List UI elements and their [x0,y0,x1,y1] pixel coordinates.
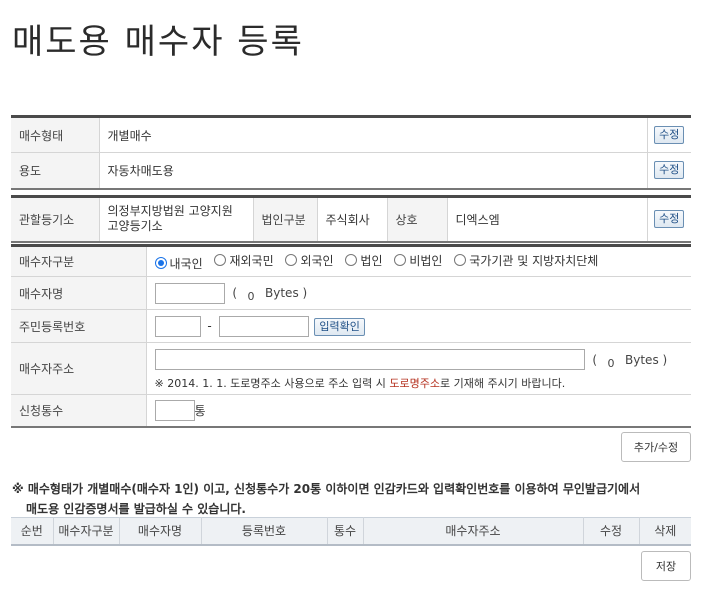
bytes-unit: Bytes ) [625,352,668,367]
address-note-prefix: ※ 2014. 1. 1. 도로명주소 사용으로 주소 입력 시 [154,377,390,390]
copies-label: 신청통수 [11,394,147,427]
col-edit: 수정 [583,517,640,545]
purchase-info-table: 매수형태 개별매수 수정 용도 자동차매도용 수정 [11,115,691,190]
radio-label: 국가기관 및 지방자치단체 [469,253,599,268]
purchase-type-label: 매수형태 [11,116,100,153]
registry-info-table: 관할등기소 의정부지방법원 고양지원 고양등기소 법인구분 주식회사 상호 디엑… [11,195,691,243]
buyer-type-options: 내국인 재외국민 외국인 법인 비법인 국가기관 및 지방자치단체 [146,245,691,277]
edit-registry-button[interactable]: 수정 [654,210,685,229]
usage-label: 용도 [11,152,100,189]
usage-row: 용도 자동차매도용 수정 [11,152,691,189]
notice-line1: ※ 매수형태가 개별매수(매수자 1인) 이고, 신청통수가 20통 이하이면 … [12,482,641,496]
buyer-list-table: 순번 매수자구분 매수자명 등록번호 통수 매수자주소 수정 삭제 [11,517,691,546]
resident-no-front-input[interactable] [154,315,201,337]
address-bytes: (0 Bytes ) [592,352,668,370]
corp-type-value: 주식회사 [317,196,387,242]
address-input[interactable] [154,349,585,370]
radio-government[interactable]: 국가기관 및 지방자치단체 [454,252,598,269]
col-copies: 통수 [327,517,364,545]
radio-overseas-korean[interactable]: 재외국민 [214,252,274,269]
radio-foreigner[interactable]: 외국인 [285,252,334,269]
bytes-count: 0 [247,290,255,303]
col-reg-no: 등록번호 [201,517,328,545]
address-label: 매수자주소 [11,342,147,395]
add-edit-button[interactable]: 추가/수정 [621,432,691,462]
jurisdiction-label: 관할등기소 [11,196,100,242]
company-value: 디엑스엠 [447,196,647,242]
buyer-type-label: 매수자구분 [11,245,147,277]
address-note-suffix: 로 기재해 주시기 바랍니다. [439,377,566,390]
issuance-notice: ※ 매수형태가 개별매수(매수자 1인) 이고, 신청통수가 20통 이하이면 … [12,479,692,519]
radio-label: 비법인 [409,253,443,268]
usage-value: 자동차매도용 [99,152,647,189]
radio-circle [394,254,407,266]
resident-no-dash: - [207,318,212,333]
buyer-form-table: 매수자구분 내국인 재외국민 외국인 법인 비법인 국가기관 및 지방자치단체 … [11,244,691,428]
radio-circle [345,254,358,266]
notice-line2: 매도용 인감증명서를 발급하실 수 있습니다. [26,502,246,516]
radio-circle [214,254,227,266]
radio-label: 외국인 [300,253,334,268]
company-label: 상호 [386,196,448,242]
corp-type-label: 법인구분 [252,196,318,242]
jurisdiction-value-line2: 고양등기소 [107,219,163,234]
radio-domestic[interactable]: 내국인 [154,255,203,272]
radio-circle [285,254,298,266]
confirm-input-button[interactable]: 입력확인 [314,317,365,336]
resident-no-label: 주민등록번호 [11,309,147,343]
radio-corporation[interactable]: 법인 [345,252,383,269]
copies-unit: 통 [194,403,206,418]
resident-no-back-input[interactable] [218,315,309,337]
copies-input[interactable] [154,399,195,421]
bytes-unit: Bytes ) [265,286,308,300]
save-button[interactable]: 저장 [641,551,691,581]
buyer-name-label: 매수자명 [11,276,147,310]
page-title: 매도용 매수자 등록 [12,22,304,62]
bytes-count: 0 [607,356,615,370]
jurisdiction-value: 의정부지방법원 고양지원 고양등기소 [99,196,253,242]
col-buyer-name: 매수자명 [119,517,202,545]
radio-label: 내국인 [169,256,203,271]
address-note: ※ 2014. 1. 1. 도로명주소 사용으로 주소 입력 시 도로명주소로 … [155,375,684,391]
col-address: 매수자주소 [363,517,584,545]
col-buyer-type: 매수자구분 [53,517,120,545]
radio-circle [154,257,167,269]
radio-label: 법인 [360,253,383,268]
radio-circle [454,254,467,266]
edit-purchase-type-button[interactable]: 수정 [654,126,685,144]
col-seq: 순번 [11,517,54,545]
purchase-type-row: 매수형태 개별매수 수정 [11,116,691,153]
radio-label: 재외국민 [229,253,274,268]
radio-non-corporation[interactable]: 비법인 [394,252,442,269]
purchase-type-value: 개별매수 [99,116,647,153]
buyer-list-header: 순번 매수자구분 매수자명 등록번호 통수 매수자주소 수정 삭제 [11,517,691,545]
buyer-name-input[interactable] [154,282,225,304]
col-delete: 삭제 [639,517,691,545]
edit-usage-button[interactable]: 수정 [654,161,685,180]
address-note-highlight: 도로명주소 [389,377,440,390]
jurisdiction-value-line1: 의정부지방법원 고양지원 [107,204,233,219]
buyer-name-bytes: (0 Bytes ) [232,286,308,303]
